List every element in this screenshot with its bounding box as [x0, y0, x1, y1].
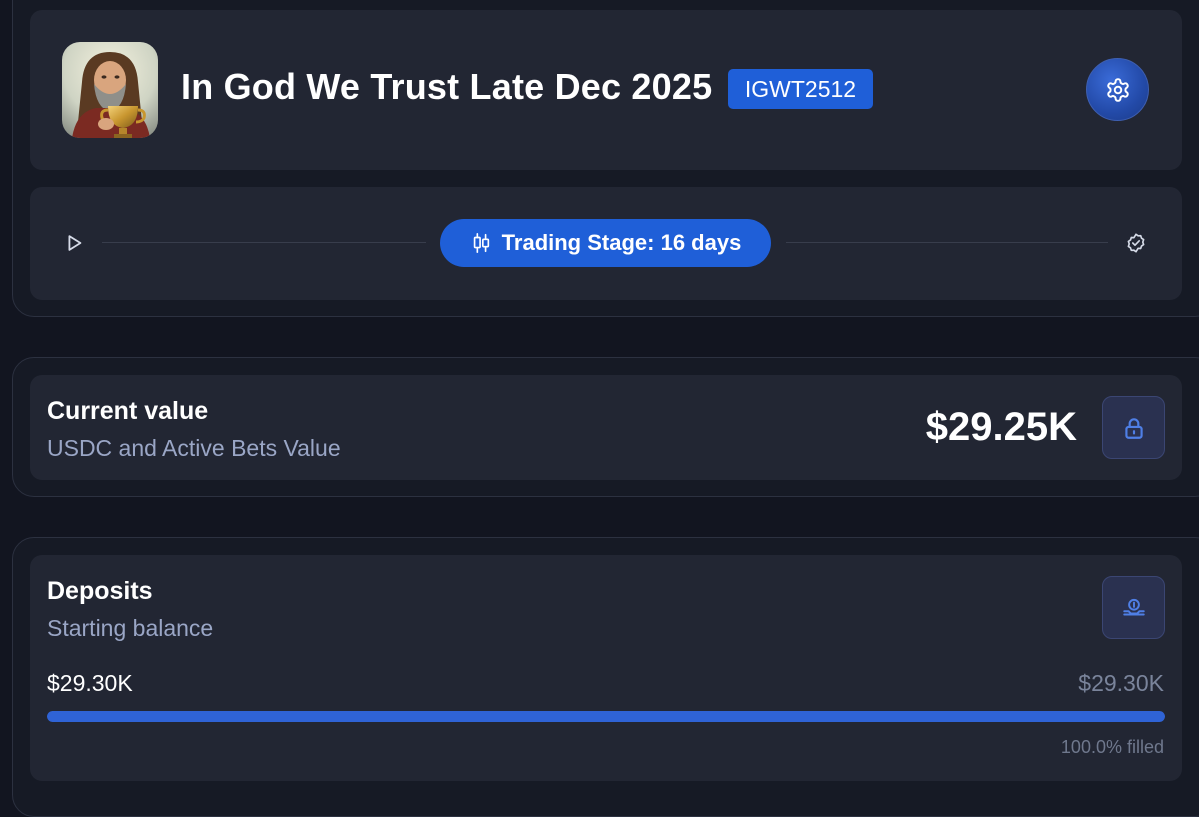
current-value-amount: $29.25K: [925, 405, 1077, 449]
trading-stage-label: Trading Stage: 16 days: [501, 230, 742, 255]
deposits-subtitle: Starting balance: [47, 615, 214, 641]
market-avatar: [62, 42, 158, 138]
candlestick-icon: [470, 232, 492, 254]
current-value-subtitle: USDC and Active Bets Value: [47, 435, 341, 461]
market-title: In God We Trust Late Dec 2025: [181, 66, 713, 107]
lock-button[interactable]: [1102, 396, 1165, 459]
trading-stage-pill: Trading Stage: 16 days: [440, 219, 771, 267]
settings-button[interactable]: [1086, 58, 1149, 121]
verified-check-icon: [1124, 231, 1148, 255]
stage-track-left: [102, 242, 426, 243]
deposit-button[interactable]: [1102, 576, 1165, 639]
ticker-badge: IGWT2512: [728, 69, 873, 109]
deposits-cap: $29.30K: [1078, 670, 1164, 696]
lock-icon: [1121, 415, 1147, 441]
deposits-amount: $29.30K: [47, 670, 133, 696]
deposits-title: Deposits: [47, 577, 153, 605]
deposits-progress-fill: [47, 711, 1165, 722]
deposits-card: [30, 555, 1182, 781]
deposits-filled-label: 100.0% filled: [1060, 737, 1164, 757]
stage-track-right: [786, 242, 1108, 243]
current-value-title: Current value: [47, 397, 209, 425]
deposits-progress-bar: [47, 711, 1165, 722]
gear-icon: [1105, 77, 1131, 103]
play-icon: [62, 231, 86, 255]
coin-hand-icon: [1121, 595, 1147, 621]
